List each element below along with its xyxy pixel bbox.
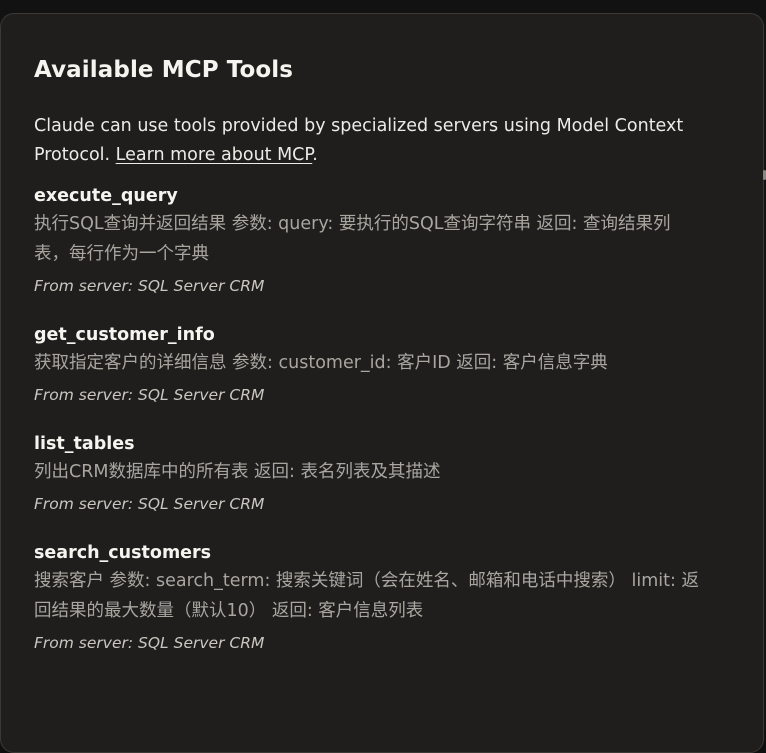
dialog-title: Available MCP Tools [34,57,294,83]
intro-end: . [312,145,318,165]
tool-list: execute_query 执行SQL查询并返回结果 参数: query: 要执… [34,183,730,656]
tool-server: From server: SQL Server CRM [34,386,265,404]
tool-name: get_customer_info [34,325,215,345]
tool-item-list-tables: list_tables 列出CRM数据库中的所有表 返回: 表名列表及其描述 F… [34,431,730,517]
tool-description: 搜索客户 参数: search_term: 搜索关键词（会在姓名、邮箱和电话中搜… [34,571,699,621]
tool-name: search_customers [34,543,212,563]
tool-description: 列出CRM数据库中的所有表 返回: 表名列表及其描述 [34,462,441,482]
tool-item-get-customer-info: get_customer_info 获取指定客户的详细信息 参数: custom… [34,322,730,408]
tool-description: 执行SQL查询并返回结果 参数: query: 要执行的SQL查询字符串 返回:… [34,214,671,264]
tool-name: execute_query [34,186,178,206]
dialog-intro: Claude can use tools provided by special… [34,112,694,170]
tool-server: From server: SQL Server CRM [34,495,265,513]
tool-item-search-customers: search_customers 搜索客户 参数: search_term: 搜… [34,540,730,656]
tool-item-execute-query: execute_query 执行SQL查询并返回结果 参数: query: 要执… [34,183,730,299]
tool-server: From server: SQL Server CRM [34,277,265,295]
learn-more-link[interactable]: Learn more about MCP [116,145,313,165]
tool-server: From server: SQL Server CRM [34,634,265,652]
mcp-tools-dialog: Available MCP Tools Claude can use tools… [0,13,764,753]
tool-name: list_tables [34,434,135,454]
tool-description: 获取指定客户的详细信息 参数: customer_id: 客户ID 返回: 客户… [34,353,608,373]
